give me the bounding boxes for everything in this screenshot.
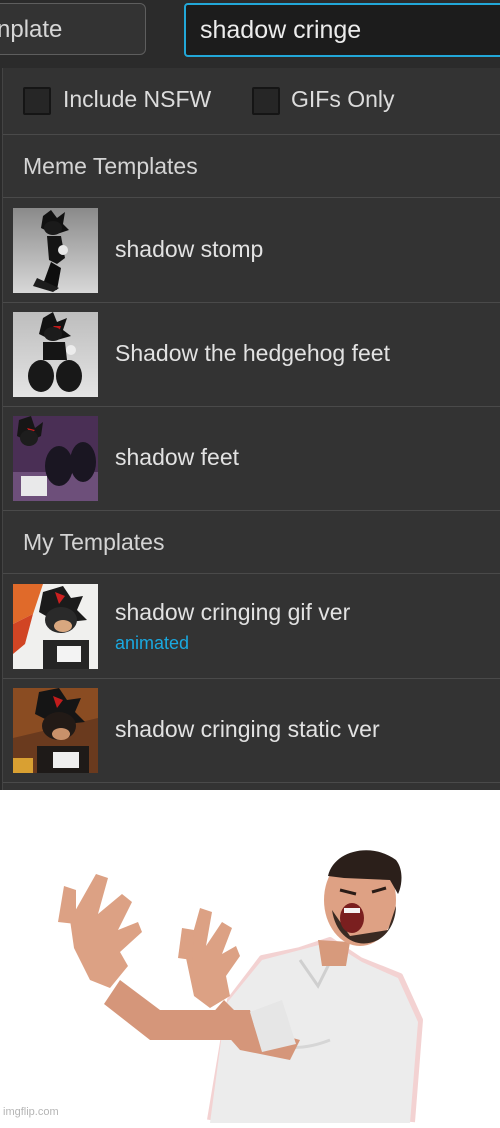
- template-thumbnail: [13, 584, 98, 669]
- template-title: Shadow the hedgehog feet: [115, 340, 390, 366]
- gifs-only-checkbox-label[interactable]: GIFs Only: [291, 86, 395, 113]
- template-title: shadow stomp: [115, 236, 264, 262]
- section-header-meme-templates: Meme Templates: [3, 135, 500, 198]
- nsfw-checkbox-label[interactable]: Include NSFW: [63, 86, 211, 113]
- nsfw-checkbox[interactable]: [23, 87, 51, 115]
- template-thumbnail: [13, 688, 98, 773]
- template-thumbnail: [13, 416, 98, 501]
- imgflip-watermark: imgflip.com: [3, 1106, 59, 1118]
- animated-badge: animated: [115, 633, 190, 653]
- filter-row: Include NSFW GIFs Only: [3, 68, 500, 135]
- template-result-item[interactable]: Shadow the hedgehog feet: [3, 303, 500, 407]
- section-header-my-templates: My Templates: [3, 511, 500, 574]
- search-row: nplate shadow cringe: [0, 0, 500, 66]
- search-input[interactable]: shadow cringe: [184, 3, 500, 57]
- meme-search-panel: nplate shadow cringe Include NSFW GIFs O…: [0, 0, 500, 790]
- my-template-item[interactable]: shadow cringing gif ver animated: [3, 575, 500, 679]
- template-result-item[interactable]: shadow stomp: [3, 199, 500, 303]
- template-result-item[interactable]: shadow feet: [3, 407, 500, 511]
- template-thumbnail: [13, 208, 98, 293]
- template-title: shadow cringing static ver: [115, 716, 380, 742]
- gifs-only-checkbox[interactable]: [252, 87, 280, 115]
- my-template-item[interactable]: shadow cringing static ver: [3, 679, 500, 783]
- template-title: shadow cringing gif ver: [115, 599, 351, 625]
- search-results-dropdown: Include NSFW GIFs Only Meme Templates sh: [2, 68, 500, 790]
- template-title: shadow feet: [115, 444, 240, 470]
- template-thumbnail: [13, 312, 98, 397]
- template-input[interactable]: nplate: [0, 3, 146, 55]
- cringing-man-image: [0, 790, 500, 1123]
